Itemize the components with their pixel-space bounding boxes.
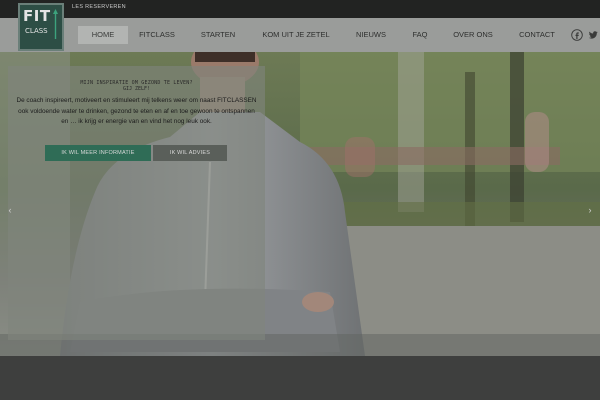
facebook-icon[interactable] bbox=[571, 28, 583, 41]
page-lower-section bbox=[0, 356, 600, 400]
slider-next-icon[interactable]: › bbox=[585, 205, 595, 215]
nav-home[interactable]: HOME bbox=[78, 26, 128, 44]
hero-question-answer: GIJ ZELF! bbox=[122, 86, 151, 92]
nav-contact[interactable]: CONTACT bbox=[512, 26, 562, 44]
slider-prev-icon[interactable]: ‹ bbox=[5, 205, 15, 215]
fitclass-logo[interactable]: FIT CLASS bbox=[18, 3, 64, 51]
nav-faq[interactable]: FAQ bbox=[404, 26, 436, 44]
more-info-button[interactable]: IK WIL MEER INFORMATIE bbox=[45, 145, 151, 161]
twitter-icon[interactable] bbox=[587, 28, 599, 40]
top-utility-bar: LES RESERVEREN bbox=[0, 0, 600, 18]
main-navbar: HOME FITCLASS STARTEN KOM UIT JE ZETEL N… bbox=[0, 18, 600, 52]
logo-text-fit: FIT bbox=[23, 7, 51, 25]
advice-button[interactable]: IK WIL ADVIES bbox=[153, 145, 227, 161]
reserve-lesson-link[interactable]: LES RESERVEREN bbox=[72, 4, 126, 10]
nav-kom-uit-je-zetel[interactable]: KOM UIT JE ZETEL bbox=[256, 26, 336, 44]
nav-starten[interactable]: STARTEN bbox=[194, 26, 242, 44]
logo-arrow-icon bbox=[53, 9, 58, 39]
nav-fitclass[interactable]: FITCLASS bbox=[134, 26, 180, 44]
logo-text-class: CLASS bbox=[25, 27, 48, 35]
nav-nieuws[interactable]: NIEUWS bbox=[350, 26, 392, 44]
nav-over-ons[interactable]: OVER ONS bbox=[448, 26, 498, 44]
hero-testimonial-text: De coach inspireert, motiveert en stimul… bbox=[16, 97, 257, 125]
